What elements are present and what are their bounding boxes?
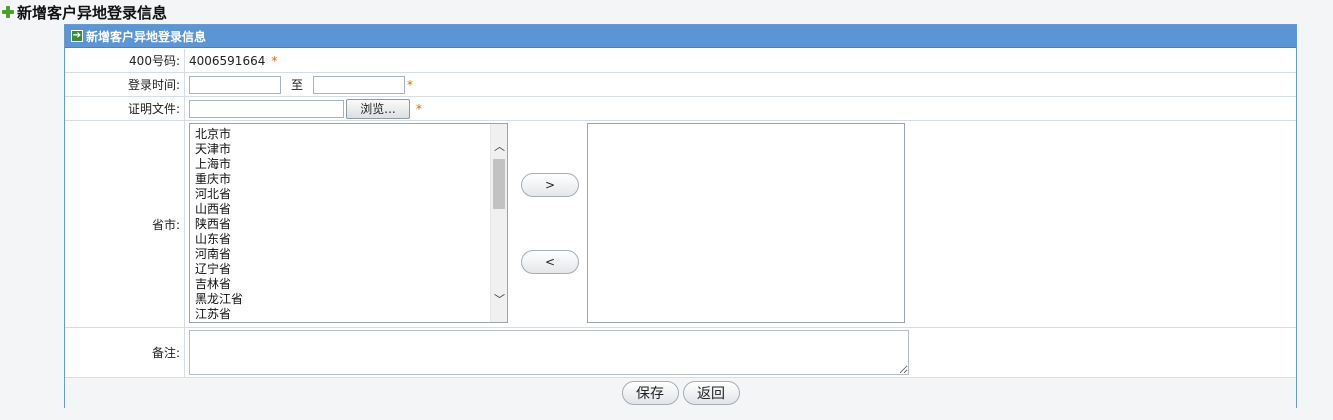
proof-file-input[interactable]: [189, 99, 344, 118]
panel-header: ➔ 新增客户异地登录信息: [65, 25, 1296, 48]
to-label: 至: [291, 78, 304, 92]
row-province: 省市: 北京市 天津市 上海市 重庆市 河北省 山西省 陕西省 山东省 河南省 辽宁省 吉林省 黑龙江…: [65, 121, 1296, 328]
page-title-text: 新增客户异地登录信息: [17, 3, 168, 22]
phone-value: 4006591664: [189, 53, 266, 68]
login-time-from-input[interactable]: [189, 75, 281, 94]
list-item[interactable]: 吉林省: [195, 277, 487, 292]
scrollbar[interactable]: ︿ ﹀: [490, 124, 507, 322]
available-list-items: 北京市 天津市 上海市 重庆市 河北省 山西省 陕西省 山东省 河南省 辽宁省 吉林省 黑龙江省 江苏省: [195, 127, 487, 322]
required-mark: *: [271, 53, 278, 68]
list-item[interactable]: 江苏省: [195, 307, 487, 322]
row-remark: 备注:: [65, 328, 1296, 378]
cell-proof-file: 浏览... *: [184, 97, 1296, 120]
list-item[interactable]: 山东省: [195, 232, 487, 247]
list-item[interactable]: 陕西省: [195, 217, 487, 232]
list-item[interactable]: 山西省: [195, 202, 487, 217]
selected-province-list[interactable]: [587, 123, 905, 323]
panel-header-title: 新增客户异地登录信息: [86, 29, 207, 44]
required-mark: *: [416, 101, 422, 116]
list-item[interactable]: 上海市: [195, 157, 487, 172]
remark-textarea[interactable]: [189, 330, 909, 375]
label-login-time: 登录时间:: [127, 78, 180, 92]
list-item[interactable]: 辽宁省: [195, 262, 487, 277]
form-panel: ➔ 新增客户异地登录信息 400号码: 4006591664 * 登录时间: 至…: [64, 24, 1297, 408]
available-province-list[interactable]: 北京市 天津市 上海市 重庆市 河北省 山西省 陕西省 山东省 河南省 辽宁省 吉林省 黑龙江省 江苏省…: [189, 123, 508, 323]
row-proof-file: 证明文件: 浏览... *: [65, 97, 1296, 121]
page-title: 新增客户异地登录信息: [0, 1, 167, 23]
cell-login-time: 至 *: [184, 73, 1296, 96]
back-button[interactable]: 返回: [682, 381, 740, 405]
cell-400-number: 4006591664 *: [184, 49, 1296, 72]
scroll-thumb[interactable]: [493, 159, 505, 209]
login-time-to-input[interactable]: [313, 75, 406, 94]
label-remark: 备注:: [151, 346, 180, 360]
cell-remark: [184, 328, 1296, 377]
browse-button[interactable]: 浏览...: [346, 98, 410, 119]
list-item[interactable]: 重庆市: [195, 172, 487, 187]
row-login-time: 登录时间: 至 *: [65, 73, 1296, 97]
label-province: 省市:: [151, 217, 180, 232]
list-item[interactable]: 天津市: [195, 142, 487, 157]
action-bar: 保存 返回: [65, 378, 1296, 408]
row-400-number: 400号码: 4006591664 *: [65, 49, 1296, 73]
scroll-up-icon[interactable]: ︿: [491, 137, 508, 154]
list-item[interactable]: 河南省: [195, 247, 487, 262]
scroll-down-icon[interactable]: ﹀: [491, 290, 508, 307]
add-province-button[interactable]: >: [521, 173, 579, 197]
label-proof-file: 证明文件:: [127, 102, 180, 116]
save-button[interactable]: 保存: [621, 381, 679, 405]
required-mark: *: [407, 77, 414, 92]
remove-province-button[interactable]: <: [521, 250, 579, 274]
list-item[interactable]: 北京市: [195, 127, 487, 142]
arrow-right-icon: ➔: [71, 30, 83, 42]
plus-icon: [1, 5, 15, 19]
label-400-number: 400号码:: [129, 54, 180, 68]
list-item[interactable]: 黑龙江省: [195, 292, 487, 307]
list-item[interactable]: 河北省: [195, 187, 487, 202]
cell-province: 北京市 天津市 上海市 重庆市 河北省 山西省 陕西省 山东省 河南省 辽宁省 吉林省 黑龙江省 江苏省…: [184, 121, 1296, 327]
